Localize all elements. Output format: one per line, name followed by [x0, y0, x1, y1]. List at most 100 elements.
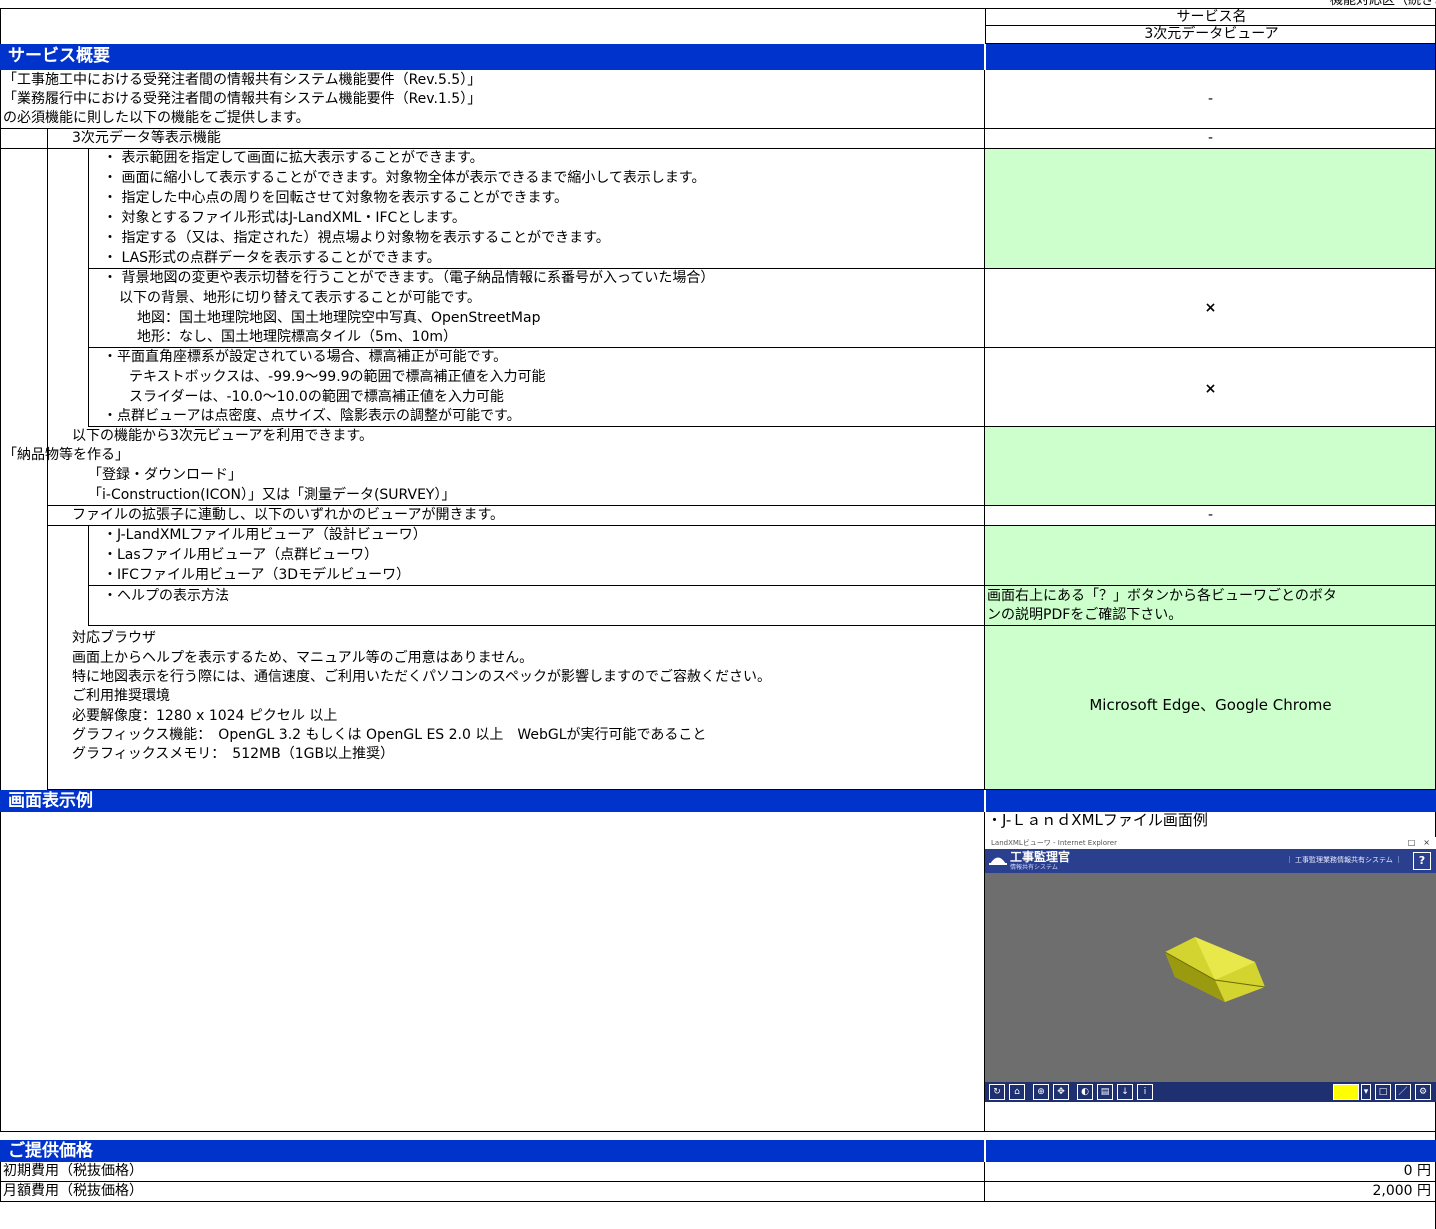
env-line-3: 特に地図表示を行う際には、通信速度、ご利用いただくパソコンのスペックが影響します…: [72, 669, 772, 685]
layer-icon[interactable]: ▤: [1097, 1084, 1113, 1100]
block-a-cell: ・ 表示範囲を指定して画面に拡大表示することができます。 ・ 画面に縮小して表示…: [88, 149, 985, 269]
block-b-line-3: 地図：国土地理院地図、国土地理院空中写真、OpenStreetMap: [137, 310, 541, 326]
viewers-cell: ・J-LandXMLファイル用ビューア（設計ビューワ） ・Lasファイル用ビュー…: [88, 526, 985, 586]
monthly-fee-value-cell: 2,000 円: [985, 1182, 1436, 1202]
zoom-icon[interactable]: ⊕: [1033, 1084, 1049, 1100]
service-name-value: 3次元データビューア: [1144, 26, 1279, 42]
help-value-line-1: 画面右上にある「？」ボタンから各ビューワごとのボタ: [987, 588, 1337, 604]
view-icon[interactable]: ◐: [1077, 1084, 1093, 1100]
ext-value: -: [1207, 507, 1214, 523]
screenshot-titlebar: LandXMLビューワ - Internet Explorer □ ×: [985, 837, 1436, 849]
env-line-7: グラフィックスメモリ： 512MB（1GB以上推奨）: [72, 746, 395, 762]
overview-section-title: サービス概要: [8, 46, 110, 66]
ext-title-cell: ファイルの拡張子に連動し、以下のいずれかのビューアが開きます。: [47, 506, 985, 526]
top-rule: [0, 8, 985, 9]
usage-line-3: 「登録・ダウンロード」: [88, 467, 242, 483]
home-icon[interactable]: ⌂: [1009, 1084, 1025, 1100]
viewer-screenshot: LandXMLビューワ - Internet Explorer □ × 工事監理…: [985, 837, 1436, 1102]
screen-section-header: 画面表示例: [0, 790, 1436, 812]
intro-line-2: 「業務履行中における受発注者間の情報共有システム機能要件（Rev.1.5）」: [3, 91, 482, 107]
settings-tool-icon[interactable]: ⚙: [1415, 1084, 1431, 1100]
intro-value-cell: -: [985, 70, 1436, 129]
env-line-4: ご利用推奨環境: [72, 688, 170, 704]
monthly-fee-value: 2,000 円: [1372, 1183, 1431, 1199]
usage-line-4: 「i-Construction(ICON）」又は「測量データ(SURVEY）」: [88, 487, 456, 503]
block-b-line-1: ・ 背景地図の変更や表示切替を行うことができます。（電子納品情報に系番号が入って…: [103, 270, 715, 286]
rotate-icon[interactable]: ↻: [989, 1084, 1005, 1100]
service-name-label: サービス名: [1176, 9, 1247, 25]
app-logo-icon: [989, 857, 1007, 865]
viewer-line-1: ・J-LandXMLファイル用ビューア（設計ビューワ）: [103, 527, 427, 543]
screenshot-help-button[interactable]: ?: [1413, 852, 1431, 870]
usage-value-cell: [985, 427, 1436, 506]
monthly-fee-label: 月額費用（税抜価格）: [3, 1183, 143, 1199]
env-line-2: 画面上からヘルプを表示するため、マニュアル等のご用意はありません。: [72, 650, 534, 666]
monthly-fee-label-cell: 月額費用（税抜価格）: [0, 1182, 985, 1202]
group1-value-cell: -: [985, 129, 1436, 149]
group1-value: -: [1207, 130, 1214, 146]
block-a-line-6: ・ LAS形式の点群データを表示することができます。: [103, 250, 441, 266]
env-line-5: 必要解像度：1280 x 1024 ピクセル 以上: [72, 708, 338, 724]
block-b-value: ×: [1204, 300, 1217, 316]
pan-icon[interactable]: ✥: [1053, 1084, 1069, 1100]
block-a-line-3: ・ 指定した中心点の周りを回転させて対象物を表示することができます。: [103, 190, 569, 206]
ext-title: ファイルの拡張子に連動し、以下のいずれかのビューアが開きます。: [72, 507, 505, 523]
help-value-line-2: ンの説明PDFをご確認下さい。: [987, 607, 1183, 623]
block-c-line-4: ・点群ビューアは点密度、点サイズ、陰影表示の調整が可能です。: [103, 408, 521, 424]
intro-value: -: [1207, 91, 1214, 107]
screenshot-app-name: 工事監理官: [1010, 850, 1071, 864]
screen-section-title: 画面表示例: [8, 791, 93, 811]
outer-left-rule: [0, 70, 1, 790]
block-c-line-3: スライダーは、-10.0～10.0の範囲で標高補正値を入力可能: [129, 389, 504, 405]
screenshot-app-info: ｜ 工事監理業務情報共有システム ｜: [1285, 856, 1402, 864]
block-a-line-5: ・ 指定する（又は、指定された）視点場より対象物を表示することができます。: [103, 230, 610, 246]
browsers-value: Microsoft Edge、Google Chrome: [1089, 696, 1332, 714]
viewer-line-2: ・Lasファイル用ビューア（点群ビューワ）: [103, 547, 379, 563]
block-b-line-2: 以下の背景、地形に切り替えて表示することが可能です。: [119, 290, 481, 306]
block-b-line-4: 地形：なし、国土地理院標高タイル（5m、10m）: [137, 329, 457, 345]
env-value-cell: Microsoft Edge、Google Chrome: [985, 626, 1436, 790]
ext-value-cell: -: [985, 506, 1436, 526]
block-c-cell: ・平面直角座標系が設定されている場合、標高補正が可能です。 テキストボックスは、…: [88, 348, 985, 427]
color-dropdown-icon[interactable]: ▾: [1361, 1084, 1371, 1100]
help-label: ・ヘルプの表示方法: [103, 588, 229, 604]
screen-example-left-cell: [0, 812, 985, 1132]
pricing-section-header: ご提供価格: [0, 1140, 1436, 1162]
block-a-line-2: ・ 画面に縮小して表示することができます。対象物全体が表示できるまで縮小して表示…: [103, 170, 706, 186]
service-name-value-cell: 3次元データビューア: [985, 26, 1436, 44]
download-icon[interactable]: ↓: [1117, 1084, 1133, 1100]
terrain-model-icon: [1164, 937, 1266, 1002]
block-a-line-1: ・ 表示範囲を指定して画面に拡大表示することができます。: [103, 150, 484, 166]
square-tool-icon[interactable]: □: [1375, 1084, 1391, 1100]
usage-line-1: 以下の機能から3次元ビューアを利用できます。: [72, 428, 373, 444]
intro-line-1: 「工事施工中における受発注者間の情報共有システム機能要件（Rev.5.5）」: [3, 72, 482, 88]
usage-line-2: 「納品物等を作る」: [3, 447, 129, 463]
env-line-6: グラフィックス機能： OpenGL 3.2 もしくは OpenGL ES 2.0…: [72, 727, 707, 743]
overview-section-header: サービス概要: [0, 44, 1436, 70]
service-name-label-cell: サービス名: [985, 8, 1436, 26]
viewer-line-3: ・IFCファイル用ビューア（3Dモデルビューワ）: [103, 567, 411, 583]
initial-fee-value: 0 円: [1403, 1163, 1431, 1179]
header-divider-3: [984, 1140, 986, 1162]
viewers-value-cell: [985, 526, 1436, 586]
block-c-line-2: テキストボックスは、-99.9～99.9の範囲で標高補正値を入力可能: [129, 369, 546, 385]
env-line-1: 対応ブラウザ: [72, 630, 156, 646]
help-cell: ・ヘルプの表示方法: [88, 586, 985, 626]
screenshot-app-subtitle: 情報共有システム: [1010, 864, 1058, 871]
block-a-line-4: ・ 対象とするファイル形式はJ-LandXML・IFCとします。: [103, 210, 466, 226]
block-b-cell: ・ 背景地図の変更や表示切替を行うことができます。（電子納品情報に系番号が入って…: [88, 269, 985, 348]
intro-cell: 「工事施工中における受発注者間の情報共有システム機能要件（Rev.5.5）」 「…: [0, 70, 985, 129]
block-c-value-cell: ×: [985, 348, 1436, 427]
info-icon[interactable]: i: [1137, 1084, 1153, 1100]
color-picker[interactable]: [1333, 1084, 1359, 1100]
intro-line-3: の必須機能に則した以下の機能をご提供します。: [3, 110, 310, 126]
block-c-value: ×: [1204, 381, 1217, 397]
spreadsheet-sheet: 機能対応区（続きより） サービス名 3次元データビューア サービス概要 「工事施…: [0, 0, 1436, 1229]
screenshot-window-controls: □ ×: [1407, 838, 1430, 847]
help-value-cell: 画面右上にある「？」ボタンから各ビューワごとのボタ ンの説明PDFをご確認下さい…: [985, 586, 1436, 626]
initial-fee-label-cell: 初期費用（税抜価格）: [0, 1162, 985, 1182]
initial-fee-label: 初期費用（税抜価格）: [3, 1163, 143, 1179]
header-divider: [984, 44, 986, 70]
group1-title: 3次元データ等表示機能: [72, 130, 221, 146]
line-tool-icon[interactable]: ／: [1395, 1084, 1411, 1100]
